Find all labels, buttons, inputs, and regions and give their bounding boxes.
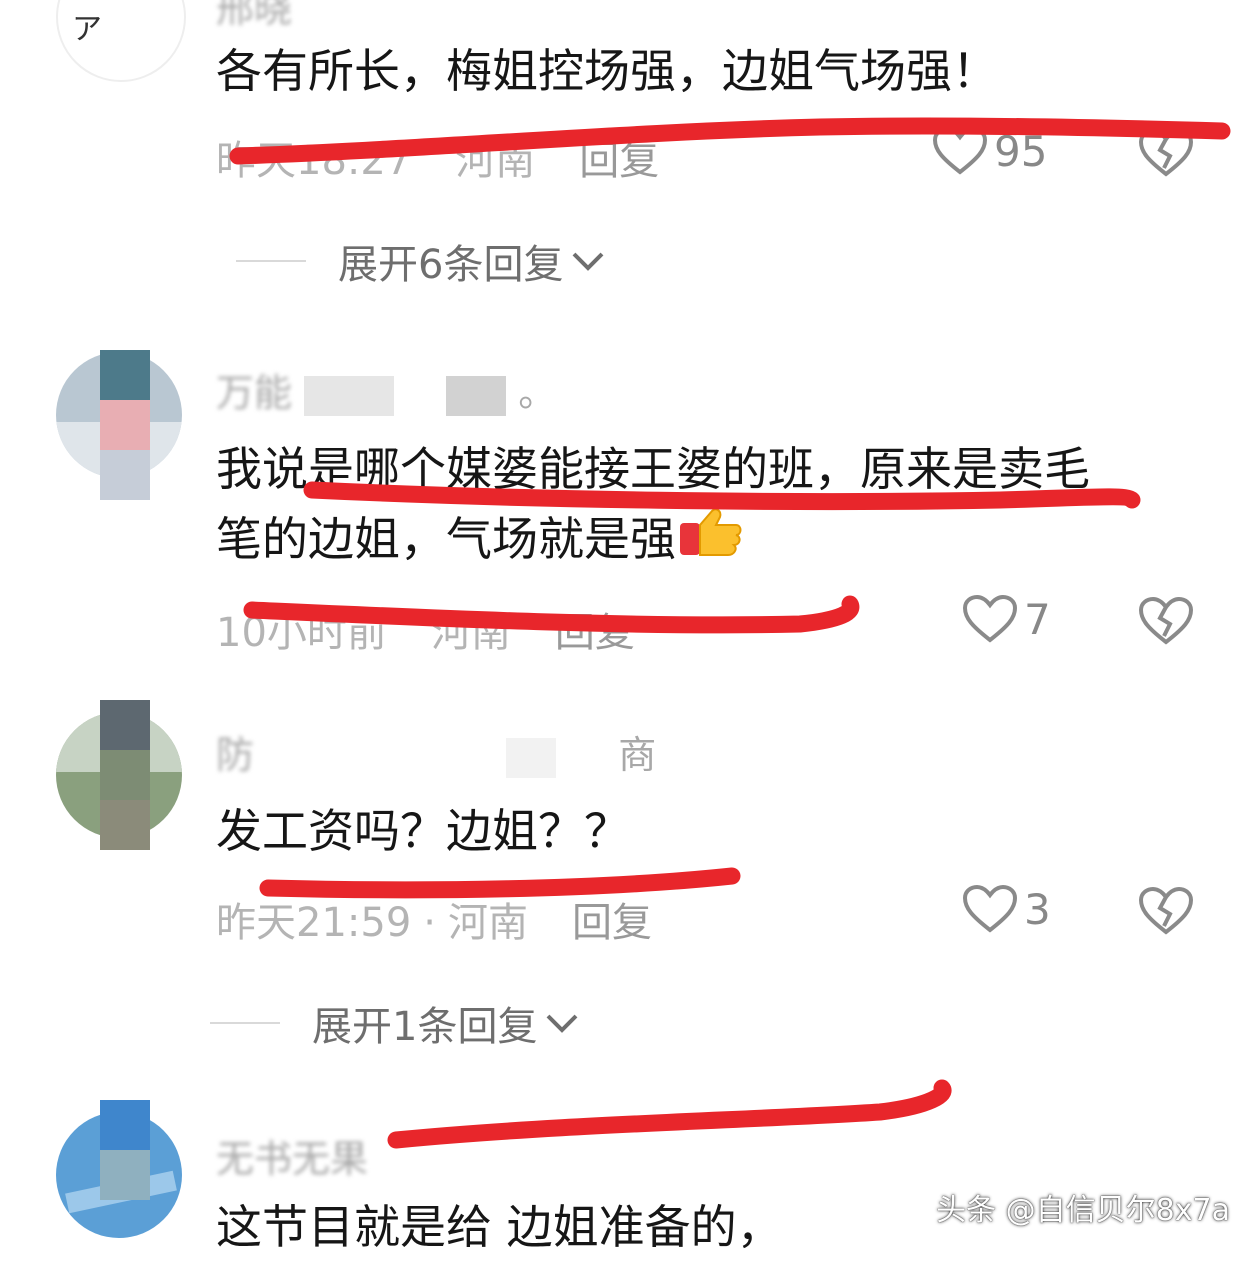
dislike-broken-heart-icon[interactable] bbox=[1138, 886, 1194, 936]
privacy-mosaic bbox=[100, 450, 150, 500]
like-button[interactable]: 7 bbox=[962, 594, 1051, 644]
comment-author[interactable]: 无书无果 bbox=[216, 1128, 368, 1183]
like-button[interactable]: 95 bbox=[932, 126, 1047, 176]
comment-author[interactable]: 万能 。 bbox=[216, 362, 556, 417]
privacy-mosaic bbox=[100, 350, 150, 400]
dislike-broken-heart-icon[interactable] bbox=[1138, 596, 1194, 646]
like-count: 3 bbox=[1024, 884, 1051, 934]
meta-separator: · bbox=[423, 900, 436, 946]
like-count: 95 bbox=[994, 126, 1048, 176]
like-heart-icon bbox=[962, 884, 1018, 933]
expand-replies-button[interactable]: 展开1条回复 bbox=[210, 994, 579, 1052]
like-count: 7 bbox=[1024, 594, 1051, 644]
divider bbox=[236, 260, 306, 262]
comment-text-segment: 笔的边姐，气场就是强 bbox=[216, 512, 676, 566]
comment-location: 河南 bbox=[455, 138, 536, 184]
chevron-down-icon bbox=[573, 252, 604, 271]
expand-replies-button[interactable]: 展开6条回复 bbox=[236, 232, 605, 290]
author-name-tail: 商 bbox=[618, 733, 657, 777]
author-name-text: 万能 bbox=[216, 371, 293, 415]
name-redaction bbox=[304, 375, 395, 416]
privacy-mosaic bbox=[100, 700, 150, 750]
privacy-mosaic bbox=[100, 1100, 150, 1150]
author-name-tail: 。 bbox=[518, 371, 557, 415]
comment-text-line: 我说是哪个媒婆能接王婆的班，原来是卖毛 bbox=[216, 442, 1090, 496]
expand-replies-label: 展开6条回复 bbox=[338, 242, 564, 288]
comment-time: 昨天21:59 bbox=[216, 900, 412, 946]
author-name-text: 防 bbox=[216, 733, 255, 777]
like-heart-icon bbox=[962, 594, 1018, 643]
expand-replies-label: 展开1条回复 bbox=[312, 1004, 538, 1050]
chevron-down-icon bbox=[547, 1014, 578, 1033]
comment-time: 10小时前 bbox=[216, 610, 387, 656]
reply-button[interactable]: 回复 bbox=[555, 610, 635, 656]
comment-time: 昨天18:27 bbox=[216, 138, 412, 184]
divider bbox=[210, 1022, 280, 1024]
name-redaction bbox=[506, 737, 557, 778]
comment-meta: 昨天21:59 · 河南 回复 bbox=[216, 890, 696, 948]
comment-location: 河南 bbox=[448, 900, 528, 946]
like-button[interactable]: 3 bbox=[962, 884, 1051, 934]
avatar-glyph: ア bbox=[72, 12, 102, 47]
comment-text-line: 笔的边姐，气场就是强 bbox=[216, 504, 744, 578]
comment-text: 发工资吗？边姐？？ bbox=[216, 804, 630, 858]
comment-text: 各有所长，梅姐控场强，边姐气场强！ bbox=[216, 44, 998, 98]
reply-button[interactable]: 回复 bbox=[572, 900, 652, 946]
comment-location: 河南 bbox=[430, 610, 511, 656]
avatar[interactable]: ア bbox=[56, 0, 186, 82]
annotation-stroke bbox=[259, 867, 741, 899]
comment-author[interactable]: 邢晓 bbox=[216, 0, 292, 33]
like-heart-icon bbox=[932, 126, 988, 175]
annotation-stroke bbox=[387, 1079, 952, 1149]
privacy-mosaic bbox=[100, 750, 150, 800]
dislike-broken-heart-icon[interactable] bbox=[1138, 128, 1194, 178]
thumbs-up-emoji bbox=[678, 507, 744, 578]
comment-text: 这节目就是给 边姐准备的， bbox=[216, 1200, 783, 1254]
privacy-mosaic bbox=[100, 800, 150, 850]
reply-button[interactable]: 回复 bbox=[579, 138, 659, 184]
watermark: 头条 @自信贝尔8x7a bbox=[936, 1193, 1230, 1228]
privacy-mosaic bbox=[100, 400, 150, 450]
name-redaction bbox=[446, 375, 507, 416]
comment-meta: 昨天18:27 河南 回复 bbox=[216, 128, 703, 186]
comment-author[interactable]: 防 商 bbox=[216, 724, 656, 779]
privacy-mosaic bbox=[100, 1150, 150, 1200]
comment-meta: 10小时前 河南 回复 bbox=[216, 600, 679, 658]
